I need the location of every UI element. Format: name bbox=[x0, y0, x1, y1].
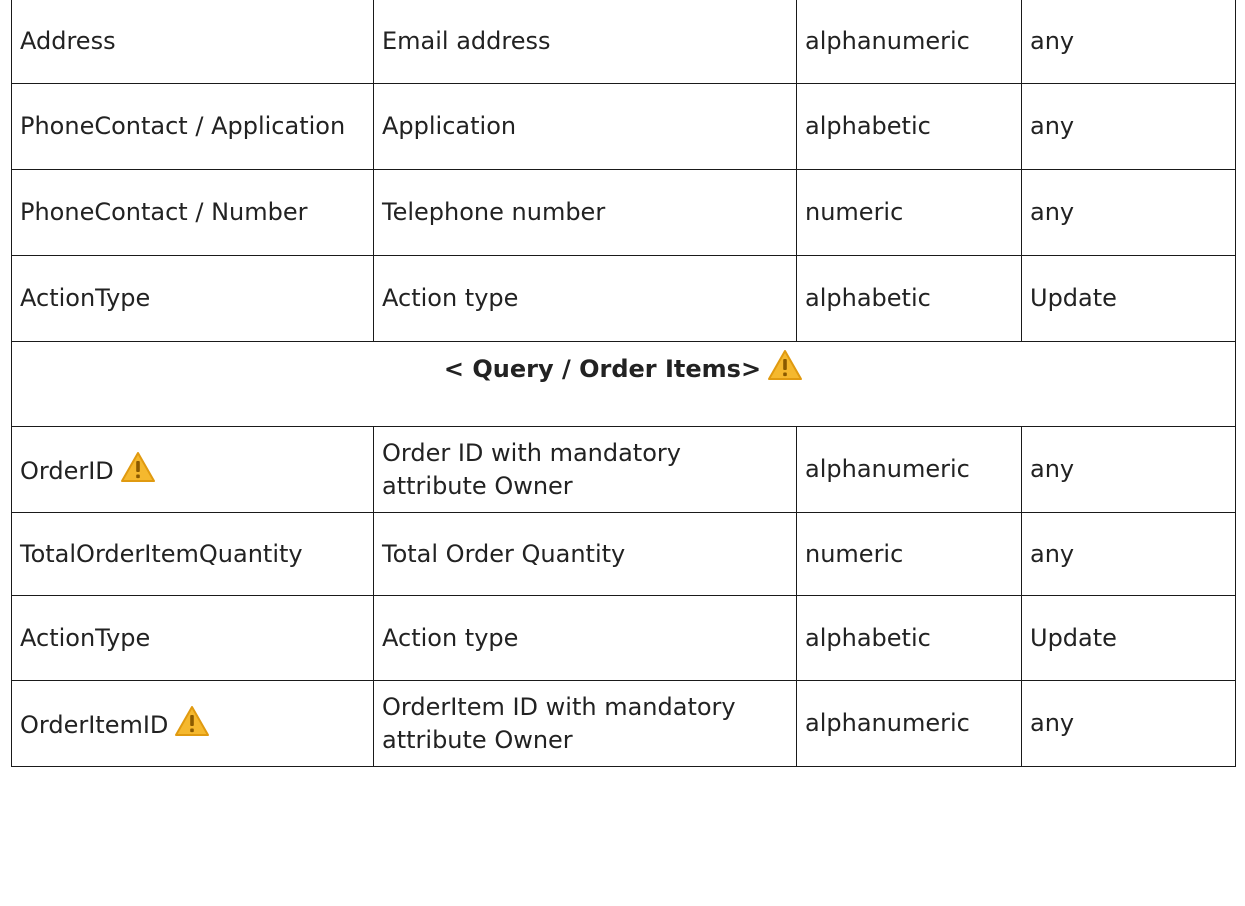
description-cell: Order ID with mandatory attribute Owner bbox=[373, 426, 797, 513]
value-cell: any bbox=[1021, 680, 1236, 767]
type-cell: numeric bbox=[796, 512, 1022, 596]
value-cell: any bbox=[1021, 0, 1236, 84]
type-cell: alphanumeric bbox=[796, 426, 1022, 513]
field-cell: TotalOrderItemQuantity bbox=[11, 512, 374, 596]
value-cell: Update bbox=[1021, 595, 1236, 681]
type-cell: alphabetic bbox=[796, 595, 1022, 681]
field-cell: PhoneContact / Number bbox=[11, 169, 374, 256]
description-cell: Total Order Quantity bbox=[373, 512, 797, 596]
value-cell: any bbox=[1021, 426, 1236, 513]
table-row: PhoneContact / Number Telephone number n… bbox=[11, 169, 1236, 256]
section-header-row: < Query / Order Items> bbox=[11, 341, 1236, 427]
type-cell: alphanumeric bbox=[796, 0, 1022, 84]
section-header: < Query / Order Items> bbox=[11, 341, 1236, 427]
warning-icon bbox=[120, 451, 156, 483]
table-row: OrderID Order ID with mandatory attribut… bbox=[11, 426, 1236, 513]
table-row: TotalOrderItemQuantity Total Order Quant… bbox=[11, 512, 1236, 596]
value-cell: Update bbox=[1021, 255, 1236, 342]
field-cell: Address bbox=[11, 0, 374, 84]
type-cell: numeric bbox=[796, 169, 1022, 256]
table-row: ActionType Action type alphabetic Update bbox=[11, 595, 1236, 681]
table-row: PhoneContact / Application Application a… bbox=[11, 83, 1236, 170]
value-cell: any bbox=[1021, 512, 1236, 596]
description-cell: Email address bbox=[373, 0, 797, 84]
field-cell: ActionType bbox=[11, 255, 374, 342]
table-row: OrderItemID OrderItem ID with mandatory … bbox=[11, 680, 1236, 767]
field-cell: OrderID bbox=[11, 426, 374, 513]
field-spec-table: Address Email address alphanumeric any P… bbox=[11, 0, 1236, 767]
type-cell: alphabetic bbox=[796, 83, 1022, 170]
type-cell: alphabetic bbox=[796, 255, 1022, 342]
warning-icon bbox=[174, 705, 210, 737]
field-label: OrderItemID bbox=[20, 711, 169, 739]
table-row: Address Email address alphanumeric any bbox=[11, 0, 1236, 84]
table-row: ActionType Action type alphabetic Update bbox=[11, 255, 1236, 342]
field-cell: OrderItemID bbox=[11, 680, 374, 767]
field-cell: PhoneContact / Application bbox=[11, 83, 374, 170]
description-cell: Action type bbox=[373, 595, 797, 681]
description-cell: Action type bbox=[373, 255, 797, 342]
description-cell: Application bbox=[373, 83, 797, 170]
value-cell: any bbox=[1021, 83, 1236, 170]
field-cell: ActionType bbox=[11, 595, 374, 681]
warning-icon bbox=[767, 349, 803, 381]
section-title: < Query / Order Items> bbox=[443, 354, 762, 383]
description-cell: OrderItem ID with mandatory attribute Ow… bbox=[373, 680, 797, 767]
field-label: OrderID bbox=[20, 457, 114, 485]
type-cell: alphanumeric bbox=[796, 680, 1022, 767]
description-cell: Telephone number bbox=[373, 169, 797, 256]
value-cell: any bbox=[1021, 169, 1236, 256]
